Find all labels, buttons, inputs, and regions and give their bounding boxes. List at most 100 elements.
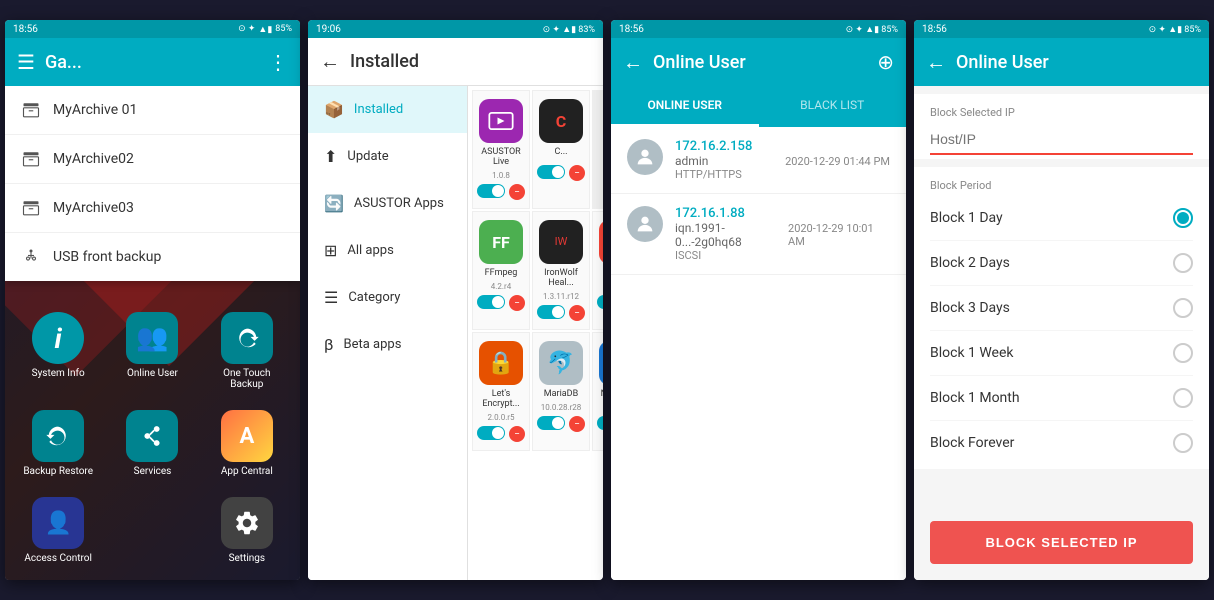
radio-block-1month[interactable]: Block 1 Month bbox=[930, 376, 1193, 421]
radio-block-2days[interactable]: Block 2 Days bbox=[930, 241, 1193, 286]
block-selected-ip-button[interactable]: BLOCK SELECTED IP bbox=[930, 521, 1193, 564]
drawer-item-update[interactable]: ⬆ Update bbox=[308, 133, 467, 180]
dropdown-label-3: USB front backup bbox=[53, 249, 161, 265]
drawer-item-category[interactable]: ☰ Category bbox=[308, 274, 467, 321]
app-cell-mariadb: 🐬 MariaDB 10.0.28.r28 − bbox=[532, 332, 590, 451]
screen3-status-bar: 18:56 ⊙ ✦ ▲▮ 85% bbox=[611, 20, 906, 38]
home-app-access[interactable]: 👤 Access Control bbox=[13, 489, 103, 572]
radio-label-3days: Block 3 Days bbox=[930, 300, 1010, 316]
user-date-0: 2020-12-29 01:44 PM bbox=[785, 155, 890, 168]
home-app-appcentral[interactable]: A App Central bbox=[202, 402, 292, 485]
screen3-back-button[interactable] bbox=[623, 50, 643, 75]
user-item-0[interactable]: 172.16.2.158 admin 2020-12-29 01:44 PM H… bbox=[611, 127, 906, 194]
home-app-online-user[interactable]: 👥 Online User bbox=[107, 304, 197, 398]
app-version-ironwolf: 1.3.11.r12 bbox=[543, 292, 579, 301]
screen1-app-bar: Ga... bbox=[5, 38, 300, 86]
screen1-time: 18:56 bbox=[13, 24, 38, 35]
usb-icon bbox=[21, 247, 41, 267]
screen3-wifi-icon[interactable]: ⊕ bbox=[877, 50, 894, 74]
jre-icon: ☕ bbox=[599, 220, 603, 264]
user-name-0: admin bbox=[675, 154, 708, 168]
toggle-letsencrypt[interactable] bbox=[477, 426, 505, 440]
screen2-status-bar: 19:06 ⊙ ✦ ▲▮ 83% bbox=[308, 20, 603, 38]
home-app-settings[interactable]: Settings bbox=[202, 489, 292, 572]
toggle-c[interactable] bbox=[537, 165, 565, 179]
update-icon: ⬆ bbox=[324, 147, 337, 166]
radio-block-1week[interactable]: Block 1 Week bbox=[930, 331, 1193, 376]
mariadb-icon: 🐬 bbox=[539, 341, 583, 385]
dropdown-item-0[interactable]: MyArchive 01 bbox=[5, 86, 300, 135]
toggle-ffmpeg[interactable] bbox=[477, 295, 505, 309]
host-ip-input[interactable] bbox=[930, 127, 1193, 155]
dropdown-item-1[interactable]: MyArchive02 bbox=[5, 135, 300, 184]
screen4-phone: 18:56 ⊙ ✦ ▲▮ 85% Online User Block Selec… bbox=[914, 20, 1209, 580]
dropdown-item-2[interactable]: MyArchive03 bbox=[5, 184, 300, 233]
app-cell-letsencrypt: 🔒 Let's Encrypt... 2.0.0.r5 − bbox=[472, 332, 530, 451]
delete-ffmpeg[interactable]: − bbox=[509, 295, 525, 311]
drawer-item-allapps[interactable]: ⊞ All apps bbox=[308, 227, 467, 274]
archive-icon-2 bbox=[21, 198, 41, 218]
dropdown-item-3[interactable]: USB front backup bbox=[5, 233, 300, 281]
home-app-grid: i System Info 👥 Online User One Touch Ba… bbox=[5, 296, 300, 580]
app-cell-asustorlive: ASUSTOR Live 1.0.8 − bbox=[472, 90, 530, 209]
backup-restore-label: Backup Restore bbox=[23, 466, 93, 477]
toggle-jre[interactable] bbox=[597, 295, 603, 309]
menu-icon[interactable] bbox=[17, 50, 35, 74]
drawer-item-beta[interactable]: β Beta apps bbox=[308, 321, 467, 368]
drawer-item-installed[interactable]: 📦 Installed bbox=[308, 86, 467, 133]
dropdown-label-2: MyArchive03 bbox=[53, 200, 134, 216]
home-app-restore[interactable]: Backup Restore bbox=[13, 402, 103, 485]
app-version-mariadb: 10.0.28.r28 bbox=[541, 403, 582, 412]
tab-online-user[interactable]: ONLINE USER bbox=[611, 86, 759, 127]
screen4-status-icons: ⊙ ✦ ▲▮ 85% bbox=[1149, 24, 1201, 35]
nextcloud-icon: ∞ bbox=[599, 341, 603, 385]
block-ip-section: Block Selected IP bbox=[914, 94, 1209, 159]
screen3-title: Online User bbox=[653, 52, 867, 73]
toggle-mariadb[interactable] bbox=[537, 416, 565, 430]
app-grid: ASUSTOR Live 1.0.8 − C C... bbox=[472, 90, 599, 451]
allapps-icon: ⊞ bbox=[324, 241, 337, 260]
sysinfo-label: System Info bbox=[32, 368, 85, 379]
screen2-status-icons: ⊙ ✦ ▲▮ 83% bbox=[543, 24, 595, 35]
tab-blacklist[interactable]: BLACK LIST bbox=[759, 86, 907, 127]
home-app-sysinfo[interactable]: i System Info bbox=[13, 304, 103, 398]
asustor-icon: 🔄 bbox=[324, 194, 344, 213]
screen1-home-content: MyArchive 01 MyArchive02 bbox=[5, 86, 300, 580]
radio-block-3days[interactable]: Block 3 Days bbox=[930, 286, 1193, 331]
radio-label-2days: Block 2 Days bbox=[930, 255, 1010, 271]
delete-letsencrypt[interactable]: − bbox=[509, 426, 525, 442]
screen2-time: 19:06 bbox=[316, 24, 341, 35]
screen4-title: Online User bbox=[956, 52, 1197, 73]
radio-block-1day[interactable]: Block 1 Day bbox=[930, 196, 1193, 241]
radio-block-forever[interactable]: Block Forever bbox=[930, 421, 1193, 465]
app-name-ironwolf: IronWolf Heal... bbox=[537, 268, 585, 288]
user-item-1[interactable]: 172.16.1.88 iqn.1991-0...-2g0hq68 2020-1… bbox=[611, 194, 906, 275]
app-name-ffmpeg: FFmpeg bbox=[485, 268, 518, 278]
access-label: Access Control bbox=[24, 553, 92, 564]
screen1-more-icon[interactable] bbox=[268, 50, 288, 74]
archive-icon-0 bbox=[21, 100, 41, 120]
delete-c[interactable]: − bbox=[569, 165, 585, 181]
tab-bar: ONLINE USER BLACK LIST bbox=[611, 86, 906, 127]
c-icon: C bbox=[539, 99, 583, 143]
services-icon bbox=[126, 410, 178, 462]
radio-circle-forever bbox=[1173, 433, 1193, 453]
toggle-asustorlive[interactable] bbox=[477, 184, 505, 198]
home-app-services[interactable]: Services bbox=[107, 402, 197, 485]
delete-mariadb[interactable]: − bbox=[569, 416, 585, 432]
home-app-backup[interactable]: One Touch Backup bbox=[202, 304, 292, 398]
one-touch-backup-label: One Touch Backup bbox=[206, 368, 288, 390]
screen4-app-bar: Online User bbox=[914, 38, 1209, 86]
drawer-label-allapps: All apps bbox=[347, 243, 393, 258]
toggle-nextcloud[interactable] bbox=[597, 416, 603, 430]
radio-circle-1month bbox=[1173, 388, 1193, 408]
screen4-back-button[interactable] bbox=[926, 50, 946, 75]
screen2-title: Installed bbox=[350, 51, 591, 72]
settings-label: Settings bbox=[229, 553, 266, 564]
access-icon: 👤 bbox=[32, 497, 84, 549]
delete-ironwolf[interactable]: − bbox=[569, 305, 585, 321]
drawer-item-asustor[interactable]: 🔄 ASUSTOR Apps bbox=[308, 180, 467, 227]
screen2-back-button[interactable] bbox=[320, 49, 340, 74]
toggle-ironwolf[interactable] bbox=[537, 305, 565, 319]
delete-asustorlive[interactable]: − bbox=[509, 184, 525, 200]
